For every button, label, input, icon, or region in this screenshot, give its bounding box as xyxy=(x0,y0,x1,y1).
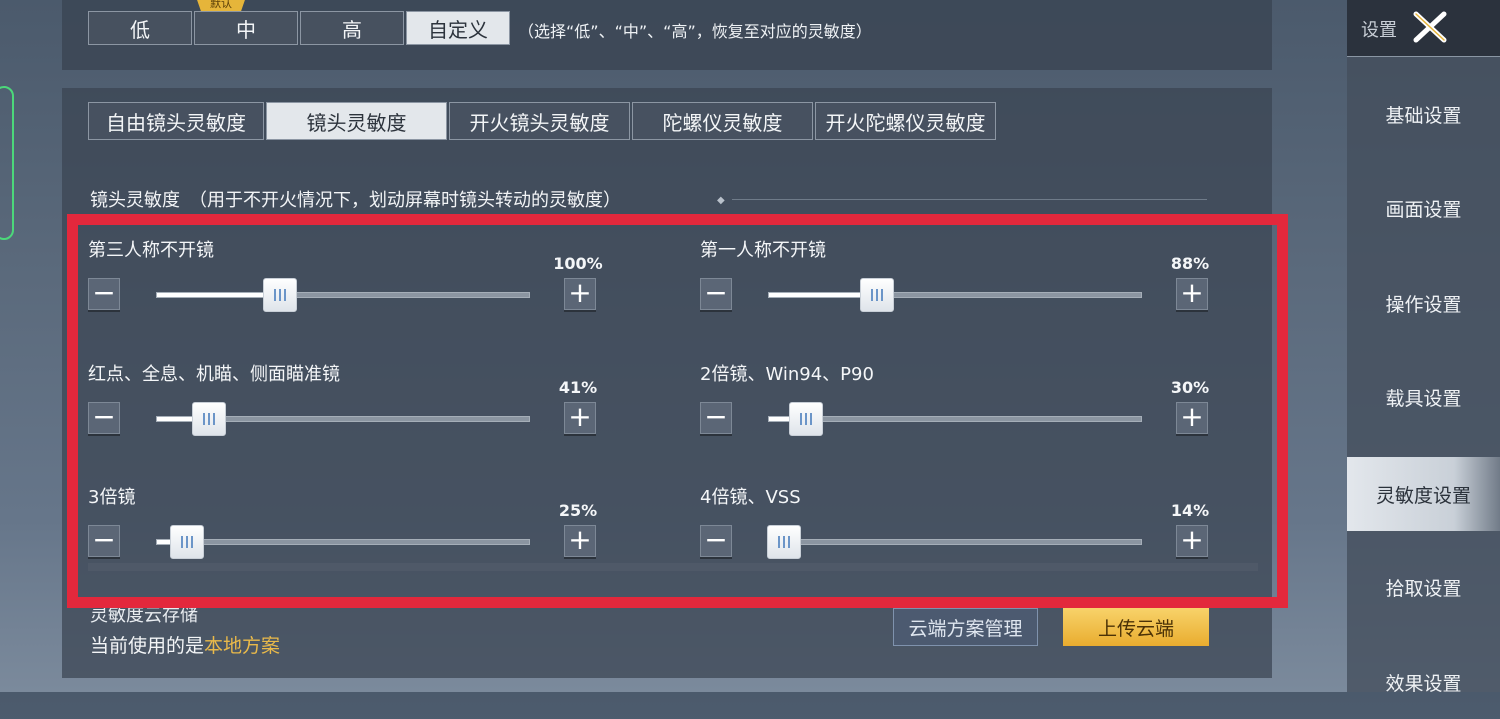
sidebar-divider xyxy=(1347,56,1500,57)
close-button[interactable] xyxy=(1408,8,1452,46)
section-title: 镜头灵敏度 （用于不开火情况下，划动屏幕时镜头转动的灵敏度） xyxy=(90,190,621,211)
diamond-icon: ◆ xyxy=(717,195,725,206)
left-edge-indicator xyxy=(0,86,14,240)
sensitivity-tabs: 自由镜头灵敏度 镜头灵敏度 开火镜头灵敏度 陀螺仪灵敏度 开火陀螺仪灵敏度 xyxy=(88,102,998,140)
cloud-status-value: 本地方案 xyxy=(204,635,281,657)
cloud-status: 当前使用的是本地方案 xyxy=(90,631,280,658)
tab-gyroscope[interactable]: 陀螺仪灵敏度 xyxy=(632,102,813,140)
tab-camera[interactable]: 镜头灵敏度 xyxy=(266,102,447,140)
tab-fire-gyroscope[interactable]: 开火陀螺仪灵敏度 xyxy=(815,102,996,140)
highlight-frame xyxy=(67,214,1288,608)
section-divider xyxy=(732,199,1207,200)
preset-hint: （选择“低”、“中”、“高”，恢复至对应的灵敏度） xyxy=(518,22,872,41)
sidebar-item-vehicle[interactable]: 载具设置 xyxy=(1347,360,1500,434)
preset-high-button[interactable]: 高 xyxy=(300,11,404,45)
preset-low-button[interactable]: 低 xyxy=(88,11,192,45)
cloud-status-prefix: 当前使用的是 xyxy=(90,635,205,657)
sidebar-item-sensitivity[interactable]: 灵敏度设置 xyxy=(1347,457,1500,531)
preset-medium-button[interactable]: 中 xyxy=(194,11,298,45)
cloud-upload-button[interactable]: 上传云端 xyxy=(1063,608,1209,646)
sidebar-item-basic[interactable]: 基础设置 xyxy=(1347,77,1500,151)
preset-selector: 低 中 高 自定义 xyxy=(88,11,512,47)
sidebar-item-graphics[interactable]: 画面设置 xyxy=(1347,171,1500,245)
sidebar-item-pickup[interactable]: 拾取设置 xyxy=(1347,550,1500,624)
preset-custom-button[interactable]: 自定义 xyxy=(406,11,510,45)
tab-fire-camera[interactable]: 开火镜头灵敏度 xyxy=(449,102,630,140)
sidebar-item-controls[interactable]: 操作设置 xyxy=(1347,266,1500,340)
cloud-manage-button[interactable]: 云端方案管理 xyxy=(893,608,1038,646)
close-icon xyxy=(1413,11,1447,43)
tab-free-camera[interactable]: 自由镜头灵敏度 xyxy=(88,102,264,140)
sidebar-item-effects[interactable]: 效果设置 xyxy=(1347,645,1500,719)
sidebar-title: 设置 xyxy=(1361,20,1397,41)
